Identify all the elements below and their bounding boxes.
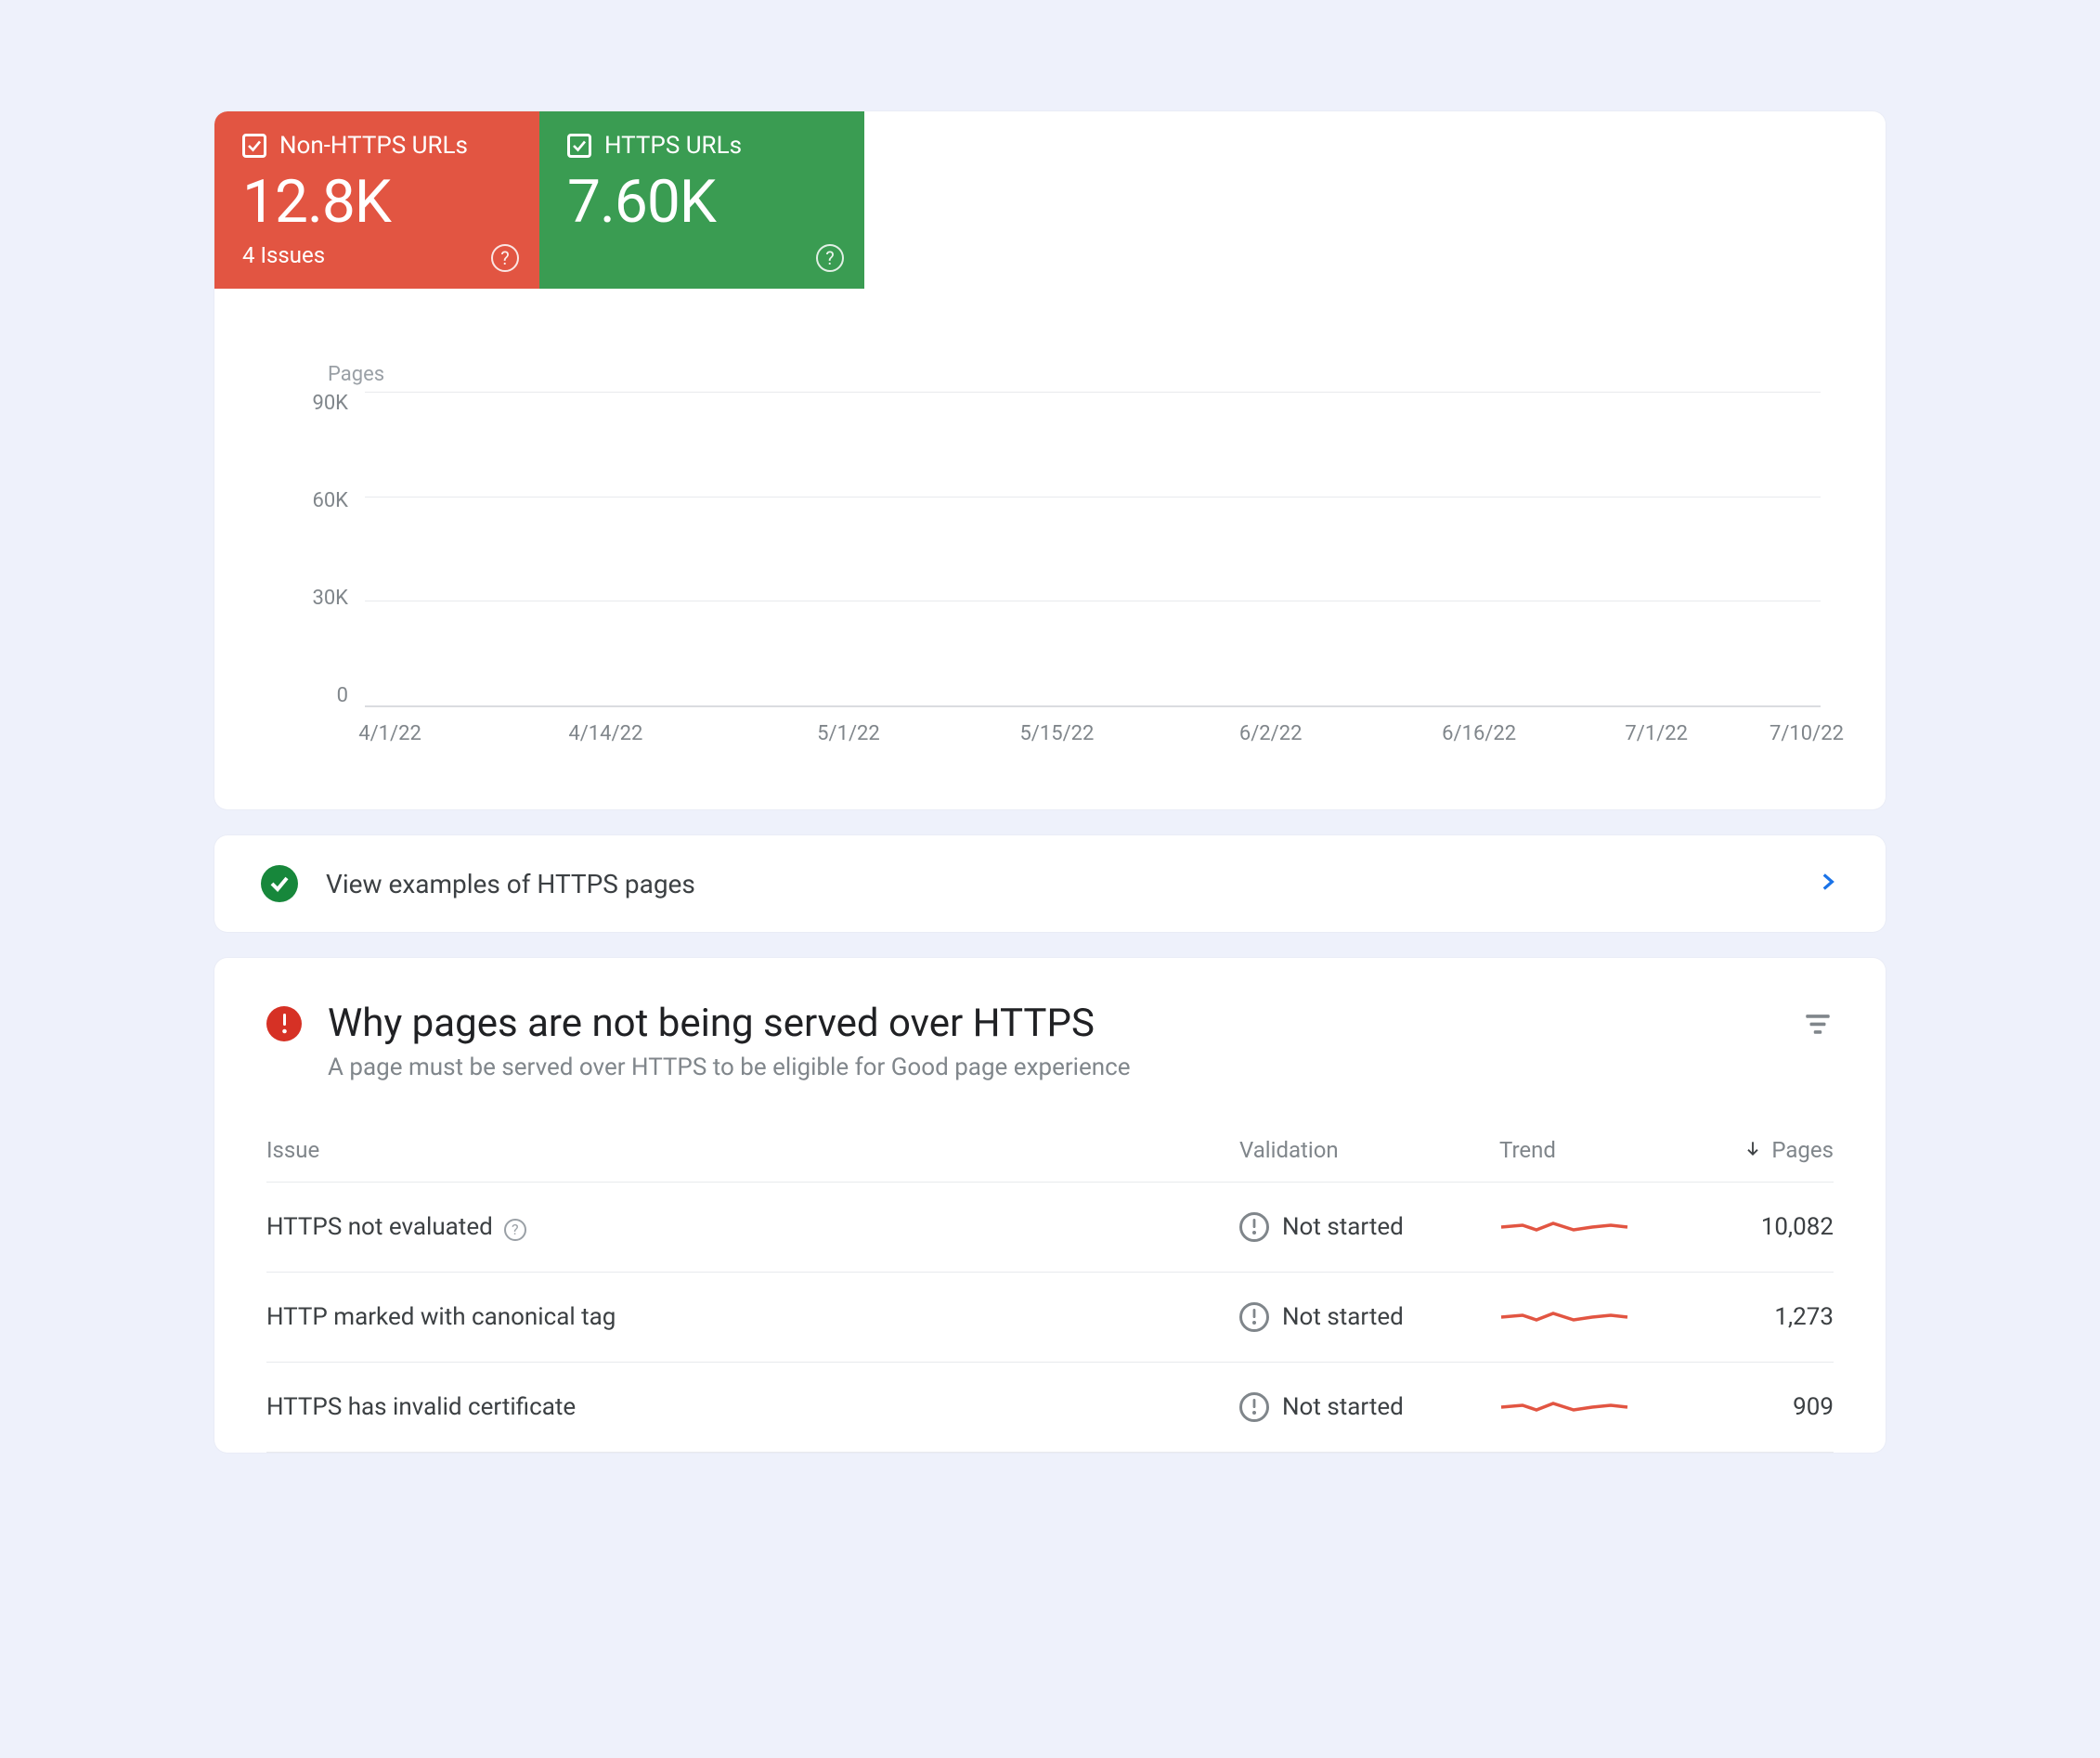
view-examples-text: View examples of HTTPS pages [326, 869, 1787, 899]
alert-outline-icon [1239, 1212, 1269, 1242]
issues-subtitle: A page must be served over HTTPS to be e… [328, 1054, 1776, 1081]
tile-non-https-value: 12.8K [242, 167, 512, 237]
sparkline [1499, 1214, 1629, 1240]
chart-x-tick: 7/10/22 [1769, 722, 1844, 745]
col-trend: Trend [1499, 1137, 1685, 1163]
tile-https-value: 7.60K [567, 167, 836, 237]
chevron-right-icon [1815, 870, 1839, 898]
tile-https-label: HTTPS URLs [604, 132, 742, 160]
table-row[interactable]: HTTP marked with canonical tagNot starte… [266, 1273, 1834, 1363]
chart-x-axis: 4/1/224/14/225/1/225/15/226/2/226/16/227… [365, 722, 1821, 754]
checkbox-checked-icon[interactable] [567, 134, 591, 158]
sort-desc-icon [1744, 1137, 1762, 1163]
https-chart: Pages 90K60K30K0 4/1/22 4/14/22 5/1/22 5/15… [214, 289, 1886, 754]
sparkline [1499, 1394, 1629, 1420]
sparkline [1499, 1304, 1629, 1330]
chart-x-tick: 4/1/22 [358, 722, 421, 745]
chart-x-tick: 6/2/22 [1239, 722, 1303, 745]
check-circle-icon [261, 865, 298, 902]
table-row[interactable]: HTTPS not evaluated?Not started10,082 [266, 1183, 1834, 1273]
chart-x-tick: 4/14/22 [568, 722, 642, 745]
chart-y-axis: 90K60K30K0 [279, 392, 365, 707]
alert-outline-icon [1239, 1302, 1269, 1332]
chart-x-tick: 6/16/22 [1442, 722, 1516, 745]
col-pages[interactable]: Pages [1685, 1137, 1834, 1163]
issues-table: Issue Validation Trend Pages HTTPS not e… [266, 1137, 1834, 1453]
help-icon[interactable]: ? [816, 244, 844, 272]
table-header: Issue Validation Trend Pages [266, 1137, 1834, 1183]
tile-non-https[interactable]: Non-HTTPS URLs 12.8K 4 Issues ? [214, 111, 539, 289]
table-row[interactable]: HTTPS has invalid certificateNot started… [266, 1363, 1834, 1453]
help-icon[interactable]: ? [491, 244, 519, 272]
col-validation: Validation [1239, 1137, 1499, 1163]
summary-tiles: Non-HTTPS URLs 12.8K 4 Issues ? HTTPS UR… [214, 111, 1886, 289]
checkbox-checked-icon[interactable] [242, 134, 266, 158]
issues-card: Why pages are not being served over HTTP… [214, 958, 1886, 1453]
col-issue: Issue [266, 1137, 1239, 1163]
filter-icon[interactable] [1802, 1008, 1834, 1040]
chart-x-tick: 5/1/22 [817, 722, 880, 745]
chart-x-tick: 7/1/22 [1625, 722, 1688, 745]
tile-https[interactable]: HTTPS URLs 7.60K ? [539, 111, 864, 289]
issues-title: Why pages are not being served over HTTP… [328, 1001, 1776, 1046]
chart-plot[interactable] [365, 392, 1821, 707]
alert-icon [266, 1006, 302, 1041]
alert-outline-icon [1239, 1392, 1269, 1422]
help-icon[interactable]: ? [504, 1219, 526, 1241]
chart-y-label: Pages [328, 363, 1821, 386]
https-summary-card: Non-HTTPS URLs 12.8K 4 Issues ? HTTPS UR… [214, 111, 1886, 809]
tile-non-https-label: Non-HTTPS URLs [279, 132, 468, 160]
chart-x-tick: 5/15/22 [1019, 722, 1094, 745]
tile-non-https-issues: 4 Issues [242, 242, 512, 268]
view-examples-link[interactable]: View examples of HTTPS pages [214, 835, 1886, 932]
